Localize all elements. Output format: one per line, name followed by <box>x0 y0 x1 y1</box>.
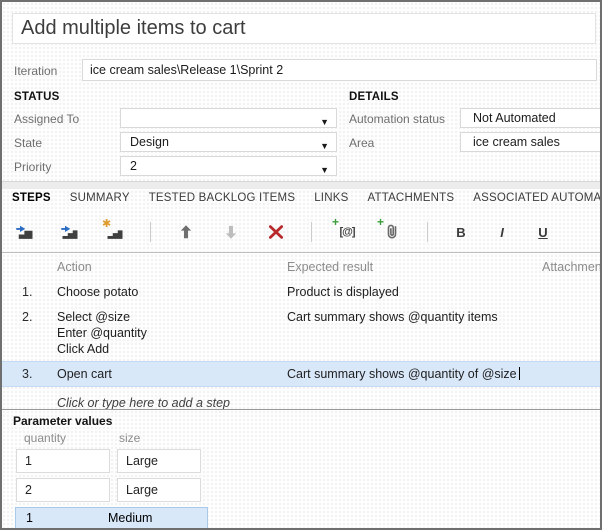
plus-icon: + <box>332 215 339 229</box>
section-divider <box>2 181 600 189</box>
insert-step-icon <box>15 222 35 242</box>
attachment-column-header: Attachment <box>542 260 602 274</box>
insert-shared-steps-button[interactable] <box>59 221 81 243</box>
automation-status-field[interactable]: Not Automated <box>460 108 602 128</box>
insert-step-button[interactable] <box>14 221 36 243</box>
details-section-heading: DETAILS <box>349 91 399 103</box>
steps-grid: Action Expected result Attachment 1. Cho… <box>2 252 600 411</box>
area-field[interactable]: ice cream sales <box>460 132 602 152</box>
add-step-row[interactable]: Click or type here to add a step <box>2 387 600 411</box>
plus-icon: + <box>377 215 384 229</box>
quantity-cell[interactable]: 1 <box>16 508 108 528</box>
dropdown-arrow-icon: ▼ <box>320 113 329 131</box>
step-expected-cell[interactable]: Cart summary shows @quantity items <box>287 309 542 325</box>
step-row-3-selected[interactable]: 3. Open cart Cart summary shows @quantit… <box>2 361 600 387</box>
size-column-header: size <box>111 431 140 445</box>
step-number: 2. <box>2 309 57 325</box>
size-cell[interactable]: Large <box>117 449 201 473</box>
parameter-row-2: 2 Large <box>16 478 208 502</box>
move-step-up-button[interactable] <box>175 221 197 243</box>
step-row-1[interactable]: 1. Choose potato Product is displayed <box>2 279 600 304</box>
delete-step-button[interactable] <box>265 221 287 243</box>
quantity-cell[interactable]: 2 <box>16 478 110 502</box>
underline-button[interactable]: U <box>534 221 552 243</box>
italic-button[interactable]: I <box>493 221 511 243</box>
quantity-cell[interactable]: 1 <box>16 449 110 473</box>
step-expected-cell[interactable]: Cart summary shows @quantity of @size <box>287 366 542 382</box>
toolbar-separator <box>427 222 428 242</box>
priority-label: Priority <box>14 160 51 174</box>
star-icon: ✱ <box>102 217 111 230</box>
quantity-column-header: quantity <box>16 431 111 445</box>
toolbar-separator <box>311 222 312 242</box>
assigned-to-label: Assigned To <box>14 112 79 126</box>
parameter-row-3-selected[interactable]: 1 Medium <box>15 507 208 529</box>
parameter-row-1: 1 Large <box>16 449 208 473</box>
expected-result-column-header: Expected result <box>287 260 542 274</box>
steps-toolbar: ✱ + [@] + <box>14 214 600 250</box>
state-dropdown[interactable]: Design ▼ <box>120 132 337 152</box>
iteration-label: Iteration <box>14 64 57 78</box>
tab-associated-automation[interactable]: ASSOCIATED AUTOMATION <box>473 192 602 204</box>
parameter-table-header: quantity size <box>16 431 208 445</box>
state-label: State <box>14 136 42 150</box>
move-step-down-icon <box>222 223 240 241</box>
tab-bar: STEPS SUMMARY TESTED BACKLOG ITEMS LINKS… <box>12 192 600 204</box>
tab-tested-backlog-items[interactable]: TESTED BACKLOG ITEMS <box>149 192 296 204</box>
automation-status-label: Automation status <box>349 112 445 126</box>
delete-step-icon <box>267 223 285 241</box>
step-action-cell[interactable]: Choose potato <box>57 284 287 300</box>
text-cursor <box>519 367 520 380</box>
move-step-down-button[interactable] <box>220 221 242 243</box>
add-parameter-button[interactable]: + [@] <box>336 221 358 243</box>
area-label: Area <box>349 136 374 150</box>
step-expected-cell[interactable]: Product is displayed <box>287 284 542 300</box>
size-cell[interactable]: Large <box>117 478 201 502</box>
tab-steps[interactable]: STEPS <box>12 192 51 204</box>
step-number: 3. <box>2 366 57 382</box>
action-column-header: Action <box>57 260 287 274</box>
status-section-heading: STATUS <box>14 91 60 103</box>
toolbar-separator <box>150 222 151 242</box>
dropdown-arrow-icon: ▼ <box>320 161 329 179</box>
step-number: 1. <box>2 284 57 300</box>
assigned-to-dropdown[interactable]: ▼ <box>120 108 337 128</box>
state-value: Design <box>130 135 169 149</box>
parameter-section-divider <box>2 409 600 410</box>
priority-dropdown[interactable]: 2 ▼ <box>120 156 337 176</box>
move-step-up-icon <box>177 223 195 241</box>
add-attachment-icon <box>382 222 402 242</box>
priority-value: 2 <box>130 159 137 173</box>
steps-grid-header: Action Expected result Attachment <box>2 253 600 279</box>
tab-summary[interactable]: SUMMARY <box>70 192 130 204</box>
bold-button[interactable]: B <box>452 221 470 243</box>
add-parameter-icon: [@] <box>339 226 354 238</box>
create-shared-steps-button[interactable]: ✱ <box>104 221 126 243</box>
tab-links[interactable]: LINKS <box>314 192 348 204</box>
dropdown-arrow-icon: ▼ <box>320 137 329 155</box>
test-case-window: Add multiple items to cart Iteration ice… <box>0 0 602 530</box>
iteration-field[interactable]: ice cream sales\Release 1\Sprint 2 <box>82 59 597 81</box>
insert-shared-steps-icon <box>60 222 80 242</box>
step-action-cell[interactable]: Open cart <box>57 366 287 382</box>
test-case-title-field[interactable]: Add multiple items to cart <box>12 13 596 44</box>
size-cell[interactable]: Medium <box>108 508 152 528</box>
parameter-values-heading: Parameter values <box>13 414 112 428</box>
tab-attachments[interactable]: ATTACHMENTS <box>367 192 454 204</box>
parameter-values-table: quantity size 1 Large 2 Large 1 Medium <box>16 431 208 530</box>
step-action-cell[interactable]: Select @size Enter @quantity Click Add <box>57 309 287 357</box>
step-expected-text: Cart summary shows @quantity of @size <box>287 367 517 381</box>
add-attachment-button[interactable]: + <box>381 221 403 243</box>
step-row-2[interactable]: 2. Select @size Enter @quantity Click Ad… <box>2 304 600 361</box>
